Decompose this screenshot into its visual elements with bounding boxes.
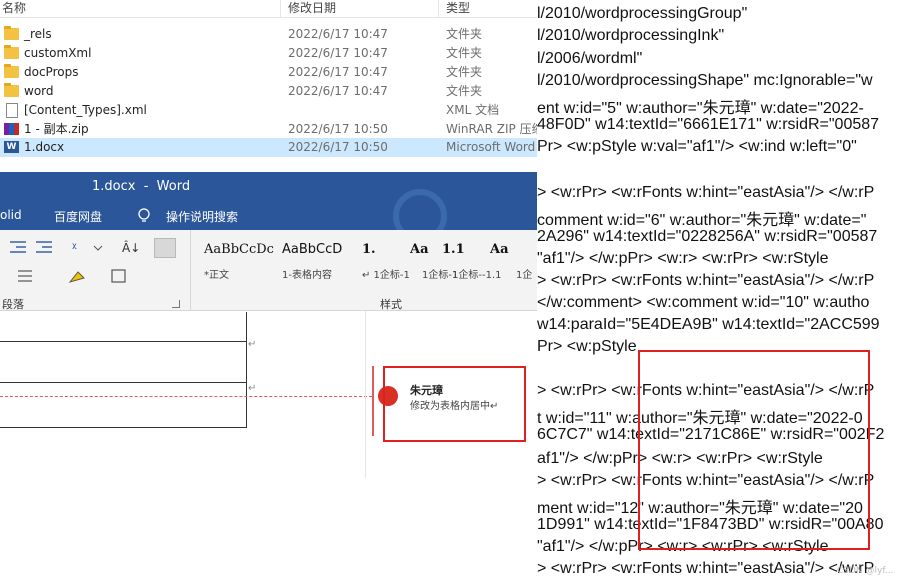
dialog-launcher-icon[interactable]: [172, 300, 180, 308]
file-name: customXml: [24, 46, 92, 60]
column-separator[interactable]: [280, 0, 281, 17]
file-name: _rels: [24, 27, 52, 41]
xml-line: l/2010/wordprocessingShape" mc:Ignorable…: [537, 72, 873, 89]
comment-connector: [0, 396, 372, 397]
xml-line: > <w:rPr> <w:rFonts w:hint="eastAsia"/> …: [537, 560, 875, 577]
xml-line: comment w:id="6" w:author="朱元璋" w:date=": [537, 212, 867, 229]
table-cell[interactable]: [0, 341, 247, 383]
xml-file-icon: [6, 103, 18, 118]
xml-source-view: l/2010/wordprocessingGroup" l/2010/wordp…: [537, 0, 920, 583]
file-name: 1 - 副本.zip: [24, 122, 89, 136]
ribbon-tab-bar: olid 百度网盘 操作说明搜索: [0, 189, 540, 243]
xml-line: 48F0D" w14:textId="6661E171" w:rsidR="00…: [537, 116, 880, 133]
markup-pane-divider: [365, 311, 366, 478]
show-marks-button[interactable]: [154, 238, 176, 258]
ribbon-home: ᵡ Â↓ 段落 样式 AaBbCcDc *正文 AaBbCcD 1-表格内容 1…: [0, 230, 540, 311]
spacing-shading-border-icons[interactable]: [10, 268, 150, 286]
style-label: ↵ 1企标-1: [362, 270, 410, 281]
tell-me-search[interactable]: 操作说明搜索: [166, 208, 238, 225]
file-type: XML 文档: [446, 103, 500, 117]
style-heading-2[interactable]: Aa 1企: [490, 242, 540, 286]
file-row[interactable]: _rels 2022/6/17 10:47 文件夹: [0, 25, 540, 44]
file-name: 1.docx: [24, 140, 65, 154]
group-divider: [190, 230, 191, 310]
highlight-box: [638, 350, 870, 550]
xml-line: "af1"/> </w:pPr> <w:r> <w:rPr> <w:rStyle: [537, 250, 829, 267]
file-name: [Content_Types].xml: [24, 103, 147, 117]
style-preview: AaBbCcDc: [204, 242, 274, 257]
xml-line: w14:paraId="5E4DEA9B" w14:textId="2ACC59…: [537, 316, 880, 333]
highlight-box: [383, 366, 526, 442]
file-row[interactable]: 1 - 副本.zip 2022/6/17 10:50 WinRAR ZIP 压缩: [0, 120, 540, 139]
sort-icon[interactable]: Â↓: [120, 238, 142, 256]
file-row[interactable]: [Content_Types].xml XML 文档: [0, 101, 540, 120]
xml-line: Pr> <w:pStyle w:val="af1"/> <w:ind w:lef…: [537, 138, 857, 155]
table-cell[interactable]: [0, 382, 247, 428]
word-window: 1.docx - Word olid 百度网盘 操作说明搜索 ᵡ Â↓ 段落 样…: [0, 172, 540, 478]
svg-text:ᵡ: ᵡ: [72, 241, 77, 256]
folder-icon: [4, 26, 19, 40]
xml-line: > <w:rPr> <w:rFonts w:hint="eastAsia"/> …: [537, 184, 875, 201]
winrar-zip-icon: [4, 123, 19, 135]
file-name: word: [24, 84, 54, 98]
style-normal[interactable]: AaBbCcDc *正文: [204, 242, 282, 286]
word-doc-icon: W: [4, 141, 19, 153]
watermark: CSDN @lyf...: [837, 566, 894, 576]
style-table-content[interactable]: AaBbCcD 1-表格内容: [282, 242, 360, 286]
group-label-paragraph: 段落: [2, 298, 24, 311]
file-type: 文件夹: [446, 46, 483, 60]
table-cell[interactable]: [0, 312, 247, 341]
document-area[interactable]: ↵ ↵ 朱元璋 修改为表格内居中↵: [0, 311, 540, 478]
file-type: Microsoft Word: [446, 140, 536, 154]
file-date: 2022/6/17 10:47: [288, 65, 388, 79]
folder-icon: [4, 83, 19, 97]
file-type: 文件夹: [446, 65, 483, 79]
folder-icon: [4, 64, 19, 78]
style-preview: AaBbCcD: [282, 242, 343, 257]
xml-line: > <w:rPr> <w:rFonts w:hint="eastAsia"/> …: [537, 272, 875, 289]
xml-line: ent w:id="5" w:author="朱元璋" w:date="2022…: [537, 100, 864, 117]
file-type: 文件夹: [446, 27, 483, 41]
xml-line: </w:comment> <w:comment w:id="10" w:auth…: [537, 294, 870, 311]
file-date: 2022/6/17 10:50: [288, 122, 388, 136]
file-name: docProps: [24, 65, 79, 79]
file-explorer: 名称 修改日期 类型 _rels 2022/6/17 10:47 文件夹 cus…: [0, 0, 540, 160]
file-date: 2022/6/17 10:50: [288, 140, 388, 154]
style-label: 1-表格内容: [282, 270, 332, 281]
file-row-selected[interactable]: W 1.docx 2022/6/17 10:50 Microsoft Word: [0, 138, 540, 157]
xml-line: l/2010/wordprocessingGroup": [537, 5, 748, 22]
xml-line: l/2006/wordml": [537, 50, 643, 67]
xml-line: l/2010/wordprocessingInk": [537, 27, 725, 44]
file-type: 文件夹: [446, 84, 483, 98]
file-date: 2022/6/17 10:47: [288, 27, 388, 41]
file-row[interactable]: customXml 2022/6/17 10:47 文件夹: [0, 44, 540, 63]
xml-line: 2A296" w14:textId="0228256A" w:rsidR="00…: [537, 228, 878, 245]
lightbulb-icon: [138, 208, 150, 222]
style-label: 1企: [516, 270, 533, 281]
file-date: 2022/6/17 10:47: [288, 84, 388, 98]
indent-icons[interactable]: [6, 238, 60, 256]
file-row[interactable]: word 2022/6/17 10:47 文件夹: [0, 82, 540, 101]
paragraph-mark: ↵: [248, 339, 257, 350]
text-direction-icon[interactable]: ᵡ: [70, 238, 106, 256]
window-title: 1.docx - Word: [92, 179, 191, 194]
group-label-styles: 样式: [380, 298, 402, 311]
file-type: WinRAR ZIP 压缩: [446, 122, 540, 136]
folder-icon: [4, 45, 19, 59]
paragraph-mark: ↵: [248, 383, 257, 394]
column-header-name[interactable]: 名称: [2, 0, 26, 18]
file-row[interactable]: docProps 2022/6/17 10:47 文件夹: [0, 63, 540, 82]
column-header-type[interactable]: 类型: [446, 0, 470, 18]
tab-baidu-netdisk[interactable]: 百度网盘: [54, 208, 102, 225]
column-separator[interactable]: [438, 0, 439, 17]
file-date: 2022/6/17 10:47: [288, 46, 388, 60]
column-header-date[interactable]: 修改日期: [288, 0, 336, 18]
svg-text:Â↓: Â↓: [122, 240, 140, 255]
header-divider: [0, 17, 540, 18]
xml-line: Pr> <w:pStyle: [537, 338, 637, 355]
tab-solid[interactable]: olid: [0, 208, 22, 222]
style-label: *正文: [204, 270, 229, 281]
